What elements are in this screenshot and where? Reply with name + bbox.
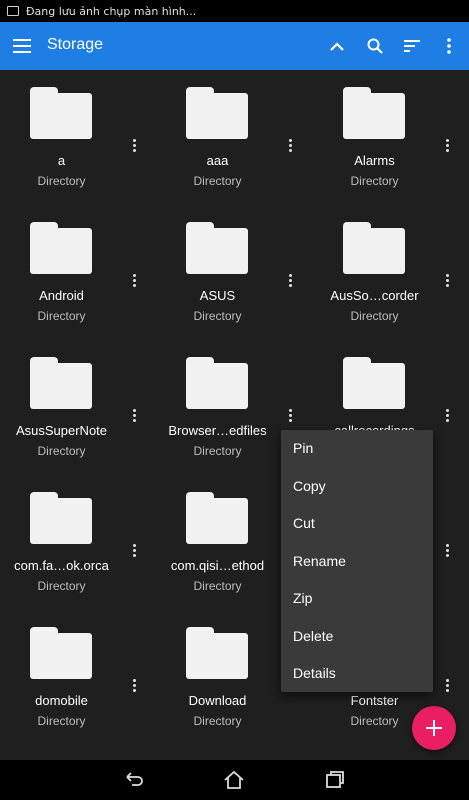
folder-icon [343, 357, 405, 409]
nav-bar [0, 760, 469, 800]
folder-type: Directory [37, 444, 86, 458]
more-vert-icon[interactable] [439, 269, 455, 291]
more-vert-icon[interactable] [439, 539, 455, 561]
plus-icon [426, 720, 442, 736]
folder-type: Directory [193, 444, 242, 458]
menu-item-zip[interactable]: Zip [281, 580, 433, 618]
folder-tile[interactable]: Android Directory [0, 205, 156, 340]
add-button[interactable] [412, 706, 456, 750]
folder-name: com.fa…ok.orca [14, 558, 109, 573]
folder-icon [30, 357, 92, 409]
screenshot-icon [7, 6, 19, 16]
more-vert-icon[interactable] [437, 34, 461, 58]
folder-name: Browser…edfiles [168, 423, 267, 438]
status-bar: Đang lưu ảnh chụp màn hình... [0, 0, 469, 22]
context-menu: Pin Copy Cut Rename Zip Delete Details [281, 430, 433, 692]
folder-type: Directory [193, 174, 242, 188]
folder-type: Directory [193, 309, 242, 323]
folder-type: Directory [350, 309, 399, 323]
more-vert-icon[interactable] [126, 404, 142, 426]
menu-item-pin[interactable]: Pin [281, 430, 433, 468]
folder-name: com.qisi…ethod [170, 558, 265, 573]
folder-type: Directory [37, 309, 86, 323]
menu-item-delete[interactable]: Delete [281, 618, 433, 656]
folder-type: Directory [193, 714, 242, 728]
home-icon[interactable] [222, 768, 246, 792]
recents-icon[interactable] [323, 768, 347, 792]
more-vert-icon[interactable] [282, 134, 298, 156]
folder-tile[interactable]: aaa Directory [156, 70, 312, 205]
folder-name: AusSo…corder [330, 288, 419, 303]
folder-name: ASUS [199, 288, 236, 303]
folder-icon [186, 357, 248, 409]
folder-icon [30, 87, 92, 139]
folder-icon [186, 492, 248, 544]
folder-icon [343, 87, 405, 139]
folder-name: Alarms [354, 153, 395, 168]
more-vert-icon[interactable] [439, 404, 455, 426]
folder-type: Directory [37, 174, 86, 188]
folder-type: Directory [193, 579, 242, 593]
folder-tile[interactable]: a Directory [0, 70, 156, 205]
menu-item-cut[interactable]: Cut [281, 505, 433, 543]
folder-tile[interactable]: AsusSuperNote Directory [0, 340, 156, 475]
more-vert-icon[interactable] [282, 404, 298, 426]
page-title: Storage [47, 36, 104, 53]
folder-tile[interactable]: domobile Directory [0, 610, 156, 745]
folder-icon [343, 222, 405, 274]
status-notification-text: Đang lưu ảnh chụp màn hình... [26, 4, 197, 18]
app-bar: Storage [0, 22, 469, 70]
folder-name: Fontster [350, 693, 399, 708]
more-vert-icon[interactable] [126, 134, 142, 156]
folder-icon [186, 87, 248, 139]
folder-name: AsusSuperNote [15, 423, 108, 438]
folder-icon [186, 627, 248, 679]
folder-name: Download [188, 693, 247, 708]
folder-tile[interactable]: com.fa…ok.orca Directory [0, 475, 156, 610]
folder-name: aaa [206, 153, 229, 168]
more-vert-icon[interactable] [439, 674, 455, 696]
more-vert-icon[interactable] [126, 674, 142, 696]
chevron-up-icon[interactable] [325, 34, 349, 58]
folder-name: domobile [35, 693, 88, 708]
folder-icon [30, 222, 92, 274]
more-vert-icon[interactable] [439, 134, 455, 156]
more-vert-icon[interactable] [282, 269, 298, 291]
folder-tile[interactable]: AusSo…corder Directory [313, 205, 469, 340]
sort-icon[interactable] [400, 34, 424, 58]
more-vert-icon[interactable] [126, 539, 142, 561]
folder-name: Android [39, 288, 84, 303]
folder-name: a [57, 153, 66, 168]
folder-tile[interactable]: Alarms Directory [313, 70, 469, 205]
menu-item-copy[interactable]: Copy [281, 468, 433, 506]
search-icon[interactable] [363, 34, 387, 58]
folder-type: Directory [37, 714, 86, 728]
folder-type: Directory [37, 579, 86, 593]
folder-icon [30, 627, 92, 679]
menu-item-details[interactable]: Details [281, 655, 433, 693]
menu-icon[interactable] [10, 34, 34, 58]
menu-item-rename[interactable]: Rename [281, 543, 433, 581]
folder-type: Directory [350, 174, 399, 188]
folder-tile[interactable]: ASUS Directory [156, 205, 312, 340]
folder-icon [30, 492, 92, 544]
back-icon[interactable] [122, 768, 146, 792]
folder-icon [186, 222, 248, 274]
more-vert-icon[interactable] [126, 269, 142, 291]
